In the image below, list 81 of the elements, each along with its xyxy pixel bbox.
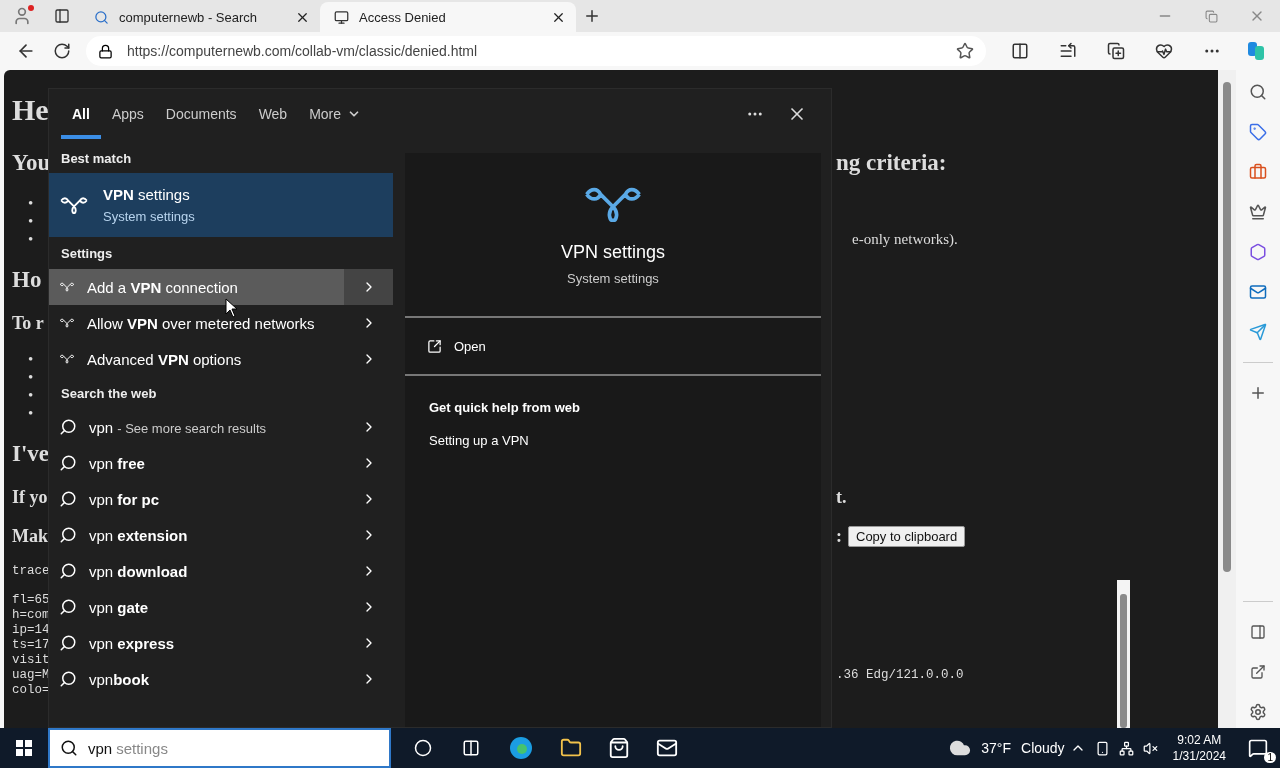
vpn-icon bbox=[59, 282, 75, 292]
page-text: • bbox=[28, 404, 34, 422]
page-text: To r bbox=[12, 312, 44, 334]
web-result[interactable]: vpn extension bbox=[49, 517, 344, 553]
section-heading: Best match bbox=[60, 149, 133, 168]
vpn-icon bbox=[59, 318, 75, 328]
browser-tab[interactable]: computernewb - Search bbox=[80, 2, 320, 32]
page-text: Mak bbox=[12, 525, 48, 547]
page-text: t. bbox=[836, 486, 847, 508]
search-icon bbox=[59, 418, 77, 436]
page-text: .36 Edg/121.0.0.0 bbox=[836, 668, 964, 683]
page-text: Ho bbox=[12, 266, 42, 294]
web-result[interactable]: vpn download bbox=[49, 553, 344, 589]
page-text: • bbox=[28, 350, 34, 368]
search-icon bbox=[59, 526, 77, 544]
filter-tab[interactable]: Apps bbox=[100, 89, 155, 139]
search-field[interactable]: vpn settings bbox=[48, 728, 391, 768]
temperature-text: 37°F bbox=[981, 740, 1011, 756]
scrollbar[interactable] bbox=[1218, 70, 1236, 728]
page-text: • bbox=[28, 386, 34, 404]
page-text: ng criteria: bbox=[836, 149, 947, 177]
search-icon bbox=[59, 454, 77, 472]
filter-tab[interactable]: Web bbox=[247, 89, 299, 139]
vpn-icon bbox=[582, 185, 644, 223]
web-result[interactable]: vpn for pc bbox=[49, 481, 344, 517]
page-text: fl=65 bbox=[12, 593, 50, 608]
page-text: • bbox=[28, 212, 34, 230]
settings-result[interactable]: Advanced VPN options bbox=[49, 341, 344, 377]
web-result[interactable]: vpn - See more search results bbox=[49, 409, 344, 445]
search-icon bbox=[59, 562, 77, 580]
search-icon bbox=[59, 634, 77, 652]
section-heading: Settings bbox=[60, 244, 114, 263]
web-result[interactable]: vpn free bbox=[49, 445, 344, 481]
page-text: I've bbox=[12, 440, 50, 468]
page-text: colo= bbox=[12, 683, 50, 698]
help-link[interactable]: Setting up a VPN bbox=[405, 433, 821, 449]
page-text: • bbox=[28, 230, 34, 248]
page-text: • bbox=[28, 368, 34, 386]
preview-subtitle: System settings bbox=[567, 271, 659, 287]
search-icon bbox=[60, 739, 78, 757]
page-text: • bbox=[28, 194, 34, 212]
copy-button[interactable]: Copy to clipboard bbox=[848, 525, 966, 547]
page-text: If yo bbox=[12, 486, 48, 508]
web-result[interactable]: vpn express bbox=[49, 625, 344, 661]
page-text: e-only networks). bbox=[852, 230, 958, 248]
search-icon bbox=[59, 490, 77, 508]
open-icon bbox=[427, 338, 442, 354]
search-icon bbox=[59, 598, 77, 616]
computer-icon bbox=[334, 9, 349, 25]
search-icon bbox=[94, 9, 109, 25]
windows-logo-icon[interactable] bbox=[16, 740, 32, 756]
weather-text: Cloudy bbox=[1021, 740, 1065, 756]
vpn-icon bbox=[59, 354, 75, 364]
filter-tab[interactable]: All bbox=[61, 89, 101, 139]
section-heading: Search the web bbox=[60, 384, 158, 403]
page-text: ts=17 bbox=[12, 638, 50, 653]
scrollbar[interactable] bbox=[1117, 580, 1130, 728]
settings-result[interactable]: Add a VPN connection bbox=[49, 269, 344, 305]
page-text: ip=14 bbox=[12, 623, 50, 638]
page-text: trace bbox=[12, 564, 50, 579]
browser-tab[interactable]: Access Denied bbox=[320, 2, 576, 32]
web-result[interactable]: vpnbook bbox=[49, 661, 344, 697]
cursor-icon bbox=[225, 298, 238, 318]
help-heading: Get quick help from web bbox=[428, 400, 581, 416]
page-text: visit bbox=[12, 653, 50, 668]
page-text: He bbox=[12, 92, 49, 128]
filter-tab[interactable]: More bbox=[298, 89, 373, 139]
filter-tab[interactable]: Documents bbox=[154, 89, 248, 139]
best-match-item[interactable]: VPN settings System settings bbox=[49, 173, 393, 237]
settings-result[interactable]: Allow VPN over metered networks bbox=[49, 305, 344, 341]
preview-title: VPN settings bbox=[560, 242, 665, 264]
open-action[interactable]: Open bbox=[405, 318, 821, 375]
vpn-icon bbox=[59, 196, 89, 214]
lock-icon bbox=[98, 43, 113, 59]
search-icon bbox=[59, 670, 77, 688]
clock-date: 1/31/2024 bbox=[1172, 748, 1226, 764]
address-bar[interactable]: https://computernewb.com/collab-vm/classic/denied.html bbox=[86, 36, 986, 66]
favorite-icon[interactable] bbox=[956, 42, 974, 60]
web-result[interactable]: vpn gate bbox=[49, 589, 344, 625]
clock-time: 9:02 AM bbox=[1177, 732, 1222, 748]
page-text: : bbox=[836, 525, 842, 547]
